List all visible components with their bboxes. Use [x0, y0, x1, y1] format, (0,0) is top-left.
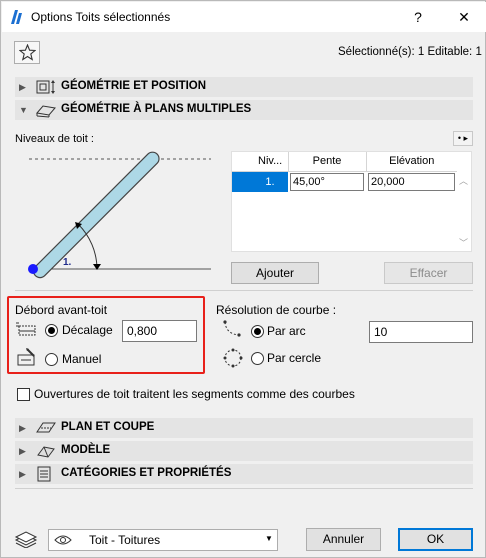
eaves-overhang-title: Débord avant-toit	[15, 303, 108, 317]
expand-arrow-icon: ▶	[19, 446, 26, 456]
gear-menu-icon: • ▸	[457, 133, 469, 143]
close-button[interactable]: ✕	[450, 6, 478, 28]
roof-openings-checkbox[interactable]	[17, 388, 30, 401]
manual-overhang-icon	[17, 347, 39, 370]
roof-level-diagram: 1.	[15, 146, 211, 281]
expand-arrow-icon: ▶	[19, 469, 26, 479]
section-label: MODÈLE	[61, 444, 111, 456]
footer-divider	[15, 488, 473, 489]
curve-resolution-title: Résolution de courbe :	[216, 303, 337, 317]
delete-level-button[interactable]: Effacer	[384, 262, 473, 284]
column-header-level[interactable]: Niv...	[232, 152, 289, 172]
column-header-pitch[interactable]: Pente	[288, 152, 367, 172]
scroll-up-icon[interactable]: ︿	[459, 174, 468, 187]
by-arc-value-input[interactable]: 10	[369, 321, 473, 343]
favorites-button[interactable]	[14, 41, 40, 64]
table-scrollbar[interactable]: ︿ ﹀	[457, 152, 471, 251]
section-label: PLAN ET COUPE	[61, 421, 155, 433]
table-options-button[interactable]: • ▸	[453, 131, 473, 146]
layer-select-value: Toit - Toitures	[89, 533, 161, 547]
elevation-cell[interactable]: 20,000	[366, 171, 457, 192]
app-logo-icon	[10, 9, 24, 25]
by-arc-label[interactable]: Par arc	[267, 324, 306, 338]
chevron-down-icon: ▼	[265, 534, 273, 543]
elevation-input[interactable]: 20,000	[368, 172, 455, 191]
selection-info: Sélectionné(s): 1 Editable: 1	[338, 46, 482, 58]
offset-radio[interactable]	[45, 324, 58, 337]
offset-value-input[interactable]: 0,800	[122, 320, 197, 342]
by-arc-icon	[222, 319, 242, 342]
ok-button[interactable]: OK	[398, 528, 473, 551]
window-title: Options Toits sélectionnés	[31, 10, 171, 24]
level-cell[interactable]: 1.	[232, 171, 288, 192]
dialog-window: Options Toits sélectionnés ? ✕ Sélection…	[0, 0, 486, 558]
manual-radio[interactable]	[45, 353, 58, 366]
plan-section-icon	[35, 420, 57, 439]
collapse-arrow-icon: ▼	[19, 105, 28, 115]
column-header-elevation[interactable]: Elévation	[366, 152, 457, 172]
by-arc-radio[interactable]	[251, 325, 264, 338]
section-model[interactable]: ▶ MODÈLE	[15, 441, 473, 461]
geometry-position-icon	[35, 79, 57, 98]
layer-select[interactable]: Toit - Toitures ▼	[48, 529, 278, 551]
section-label: GÉOMÉTRIE À PLANS MULTIPLES	[61, 103, 252, 115]
add-level-button[interactable]: Ajouter	[231, 262, 319, 284]
title-bar: Options Toits sélectionnés ? ✕	[2, 2, 486, 32]
model-icon	[35, 443, 57, 462]
eye-icon	[54, 534, 72, 549]
scroll-down-icon[interactable]: ﹀	[459, 236, 468, 249]
roof-plane-icon	[35, 102, 57, 121]
manual-label[interactable]: Manuel	[62, 352, 101, 366]
roof-levels-label: Niveaux de toit :	[15, 133, 94, 145]
by-circle-icon	[222, 347, 244, 372]
section-label: GÉOMÉTRIE ET POSITION	[61, 80, 207, 92]
offset-overhang-icon	[15, 320, 37, 341]
pitch-cell[interactable]: 45,00°	[288, 171, 366, 192]
categories-icon	[35, 466, 57, 485]
expand-arrow-icon: ▶	[19, 82, 26, 92]
section-geometry-position[interactable]: ▶ GÉOMÉTRIE ET POSITION	[15, 77, 473, 97]
cancel-button[interactable]: Annuler	[306, 528, 381, 551]
section-plan-section[interactable]: ▶ PLAN ET COUPE	[15, 418, 473, 438]
section-categories[interactable]: ▶ CATÉGORIES ET PROPRIÉTÉS	[15, 464, 473, 484]
layers-icon	[14, 530, 38, 551]
by-circle-label[interactable]: Par cercle	[267, 351, 321, 365]
help-button[interactable]: ?	[404, 6, 432, 28]
star-icon	[18, 43, 37, 64]
section-divider	[15, 290, 473, 291]
offset-label[interactable]: Décalage	[62, 323, 113, 337]
diagram-level-label: 1.	[63, 257, 72, 268]
by-circle-radio[interactable]	[251, 352, 264, 365]
roof-levels-table: Niv... Pente Elévation 1. 45,00° 20,000 …	[231, 151, 472, 252]
table-row[interactable]: 1. 45,00° 20,000	[232, 171, 457, 192]
section-multi-plane[interactable]: ▼ GÉOMÉTRIE À PLANS MULTIPLES	[15, 100, 473, 120]
roof-openings-label[interactable]: Ouvertures de toit traitent les segments…	[34, 387, 355, 401]
section-label: CATÉGORIES ET PROPRIÉTÉS	[61, 467, 232, 479]
expand-arrow-icon: ▶	[19, 423, 26, 433]
pitch-input[interactable]: 45,00°	[290, 172, 364, 191]
